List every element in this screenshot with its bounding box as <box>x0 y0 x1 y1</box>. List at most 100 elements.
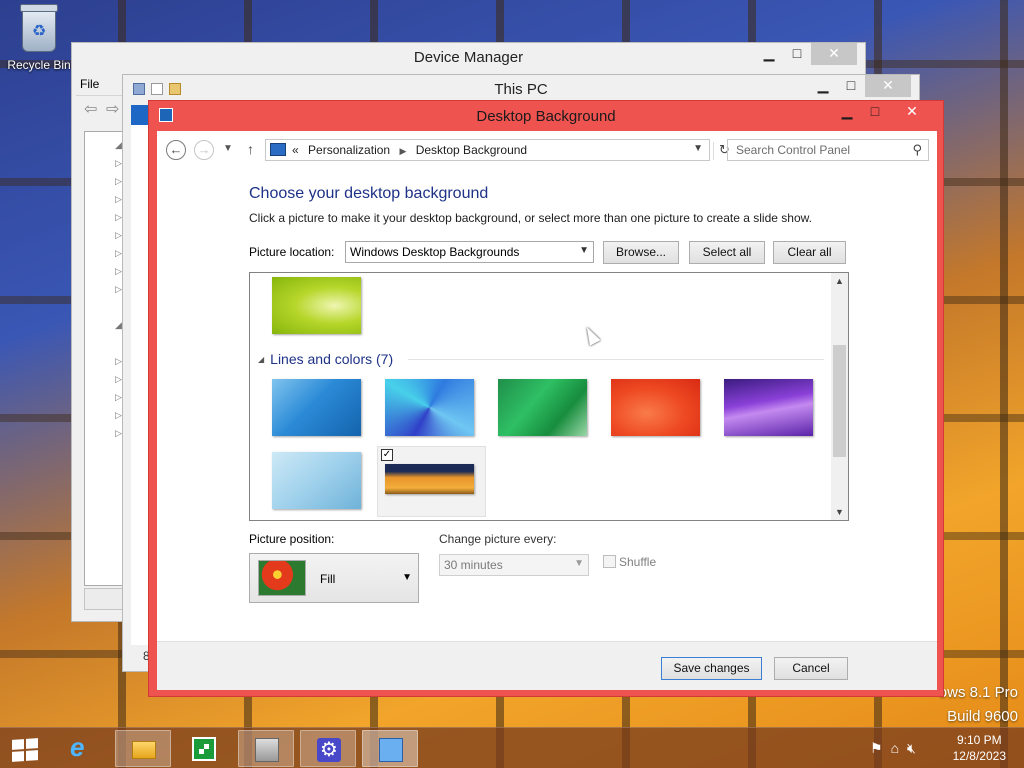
taskbar-control-panel[interactable]: ⚙ <box>300 730 356 767</box>
tree-expander-icon[interactable]: ◢ <box>115 140 122 151</box>
windows-logo-icon <box>12 738 38 762</box>
clear-all-button[interactable]: Clear all <box>773 241 846 264</box>
maximize-button[interactable]: □ <box>837 75 865 97</box>
save-changes-button[interactable]: Save changes <box>661 657 762 680</box>
select-all-button[interactable]: Select all <box>689 241 765 264</box>
chevron-right-icon[interactable]: ▶ <box>399 146 406 156</box>
breadcrumb: « Personalization ▶ Desktop Background <box>292 143 533 157</box>
scrollbar-thumb[interactable] <box>833 345 846 457</box>
cancel-button[interactable]: Cancel <box>774 657 848 680</box>
quick-access-toolbar[interactable] <box>133 83 223 99</box>
taskbar-device-manager[interactable] <box>238 730 294 767</box>
taskbar-file-explorer[interactable] <box>115 730 171 767</box>
picture-position-select[interactable]: Fill ▼ <box>249 553 419 603</box>
up-arrow-icon[interactable]: ↑ <box>247 141 254 157</box>
back-arrow-icon[interactable]: ← <box>166 140 186 160</box>
minimize-button[interactable]: ▁ <box>833 101 861 123</box>
thumbnail-green-leaves[interactable] <box>272 277 361 334</box>
breadcrumb-desktop-background[interactable]: Desktop Background <box>416 143 527 157</box>
breadcrumb-overflow[interactable]: « <box>292 143 299 157</box>
close-button[interactable]: ✕ <box>889 101 935 123</box>
taskbar-display-settings[interactable] <box>362 730 418 767</box>
network-icon[interactable]: ⌂ <box>891 740 899 757</box>
thumbnail-red-swirl[interactable] <box>611 379 700 436</box>
window-client-area: ← → ▼ ↑ « Personalization ▶ Desktop Back… <box>157 131 937 690</box>
desktop-background-window[interactable]: Desktop Background ▁ □ ✕ ← → ▼ ↑ « Perso… <box>148 100 944 697</box>
address-history-chevron-icon[interactable]: ▼ <box>693 143 703 154</box>
maximize-button[interactable]: □ <box>783 43 811 65</box>
clock-date: 12/8/2023 <box>952 749 1006 763</box>
this-pc-title: This PC <box>494 81 548 98</box>
tree-expander-icon[interactable]: ▷ <box>115 176 122 187</box>
group-header-lines-and-colors[interactable]: ◢ Lines and colors (7) <box>258 351 393 367</box>
thumbnail-purple-layers[interactable] <box>724 379 813 436</box>
taskbar-internet-explorer[interactable]: e <box>56 730 112 767</box>
change-picture-interval-select[interactable]: 30 minutes ▼ <box>439 554 589 576</box>
tree-expander-icon[interactable]: ▷ <box>115 248 122 259</box>
change-picture-interval-value: 30 minutes <box>444 558 503 572</box>
tree-expander-icon[interactable]: ▷ <box>115 392 122 403</box>
thumbnail-blue-polygons[interactable] <box>385 379 474 436</box>
status-bar <box>84 588 124 610</box>
thumbnail-green-wave[interactable] <box>498 379 587 436</box>
breadcrumb-personalization[interactable]: Personalization <box>308 143 390 157</box>
thumbnail-light-blue-curve[interactable] <box>272 452 361 509</box>
scroll-down-icon[interactable]: ▼ <box>831 507 848 517</box>
start-button[interactable] <box>0 730 56 767</box>
thumbnail-blue-lines[interactable] <box>272 379 361 436</box>
device-tree[interactable]: ◢ ▷ ▷ ▷ ▷ ▷ ▷ ▷ ▷ ◢ ▷ ▷ ▷ ▷ ▷ <box>84 131 124 586</box>
close-button[interactable]: ✕ <box>811 43 857 65</box>
pc-icon <box>133 83 145 95</box>
thumbnail-orange-city-skyline[interactable] <box>385 464 474 494</box>
gallery-scrollbar[interactable]: ▲ ▼ <box>831 273 848 520</box>
volume-muted-icon[interactable]: 🔇︎ <box>907 740 916 757</box>
close-button[interactable]: ✕ <box>865 75 911 97</box>
action-center-flag-icon[interactable]: ⚑ <box>870 740 883 757</box>
tree-expander-icon[interactable]: ▷ <box>115 158 122 169</box>
shuffle-checkbox-box[interactable] <box>603 555 616 568</box>
tree-expander-icon[interactable]: ▷ <box>115 428 122 439</box>
window-title: Desktop Background <box>476 108 616 125</box>
tree-expander-icon[interactable]: ▷ <box>115 284 122 295</box>
recent-locations-chevron-icon[interactable]: ▼ <box>223 143 233 154</box>
properties-icon[interactable] <box>151 83 163 95</box>
tree-expander-icon[interactable]: ▷ <box>115 194 122 205</box>
taskbar-store[interactable] <box>176 730 232 767</box>
search-input[interactable] <box>736 141 906 159</box>
minimize-button[interactable]: ▁ <box>755 43 783 65</box>
picture-location-select[interactable]: Windows Desktop Backgrounds ▼ <box>345 241 594 263</box>
recycle-bin-icon <box>20 4 58 52</box>
maximize-button[interactable]: □ <box>861 101 889 123</box>
search-icon[interactable]: ⚲ <box>912 142 922 158</box>
tree-expander-icon[interactable]: ▷ <box>115 410 122 421</box>
tree-expander-icon[interactable]: ◢ <box>115 320 122 331</box>
picture-gallery[interactable]: ◢ Lines and colors (7) ✓ ▲ ▼ <box>249 272 849 521</box>
tree-expander-icon[interactable]: ▷ <box>115 212 122 223</box>
group-title: Lines and colors (7) <box>270 351 394 367</box>
tree-expander-icon[interactable]: ▷ <box>115 374 122 385</box>
menu-file[interactable]: File <box>80 77 99 91</box>
shuffle-checkbox[interactable]: Shuffle <box>603 555 656 569</box>
system-tray: ⚑ ⌂ 🔇︎ <box>870 740 916 757</box>
browse-button[interactable]: Browse... <box>603 241 679 264</box>
window-titlebar[interactable]: Desktop Background ▁ □ ✕ <box>149 101 943 131</box>
recycle-bin-shortcut[interactable]: Recycle Bin <box>6 4 72 72</box>
store-icon <box>192 737 216 761</box>
device-manager-titlebar[interactable]: Device Manager ▁ □ ✕ <box>72 43 865 73</box>
tree-expander-icon[interactable]: ▷ <box>115 230 122 241</box>
chevron-down-icon: ▼ <box>574 558 584 569</box>
thumbnail-checkbox[interactable]: ✓ <box>381 449 393 461</box>
picture-location-value: Windows Desktop Backgrounds <box>350 245 520 259</box>
device-manager-title: Device Manager <box>413 49 524 66</box>
tree-expander-icon[interactable]: ▷ <box>115 356 122 367</box>
address-bar[interactable]: « Personalization ▶ Desktop Background ▼… <box>265 139 730 161</box>
tree-expander-icon[interactable]: ▷ <box>115 266 122 277</box>
system-clock[interactable]: 9:10 PM 12/8/2023 <box>953 732 1006 764</box>
back-arrow-icon[interactable]: ⇦ <box>84 102 102 118</box>
new-folder-icon[interactable] <box>169 83 181 95</box>
minimize-button[interactable]: ▁ <box>809 75 837 97</box>
forward-arrow-icon[interactable]: → <box>194 140 214 160</box>
search-box[interactable]: ⚲ <box>727 139 929 161</box>
scroll-up-icon[interactable]: ▲ <box>831 276 848 286</box>
collapse-triangle-icon[interactable]: ◢ <box>258 355 264 364</box>
